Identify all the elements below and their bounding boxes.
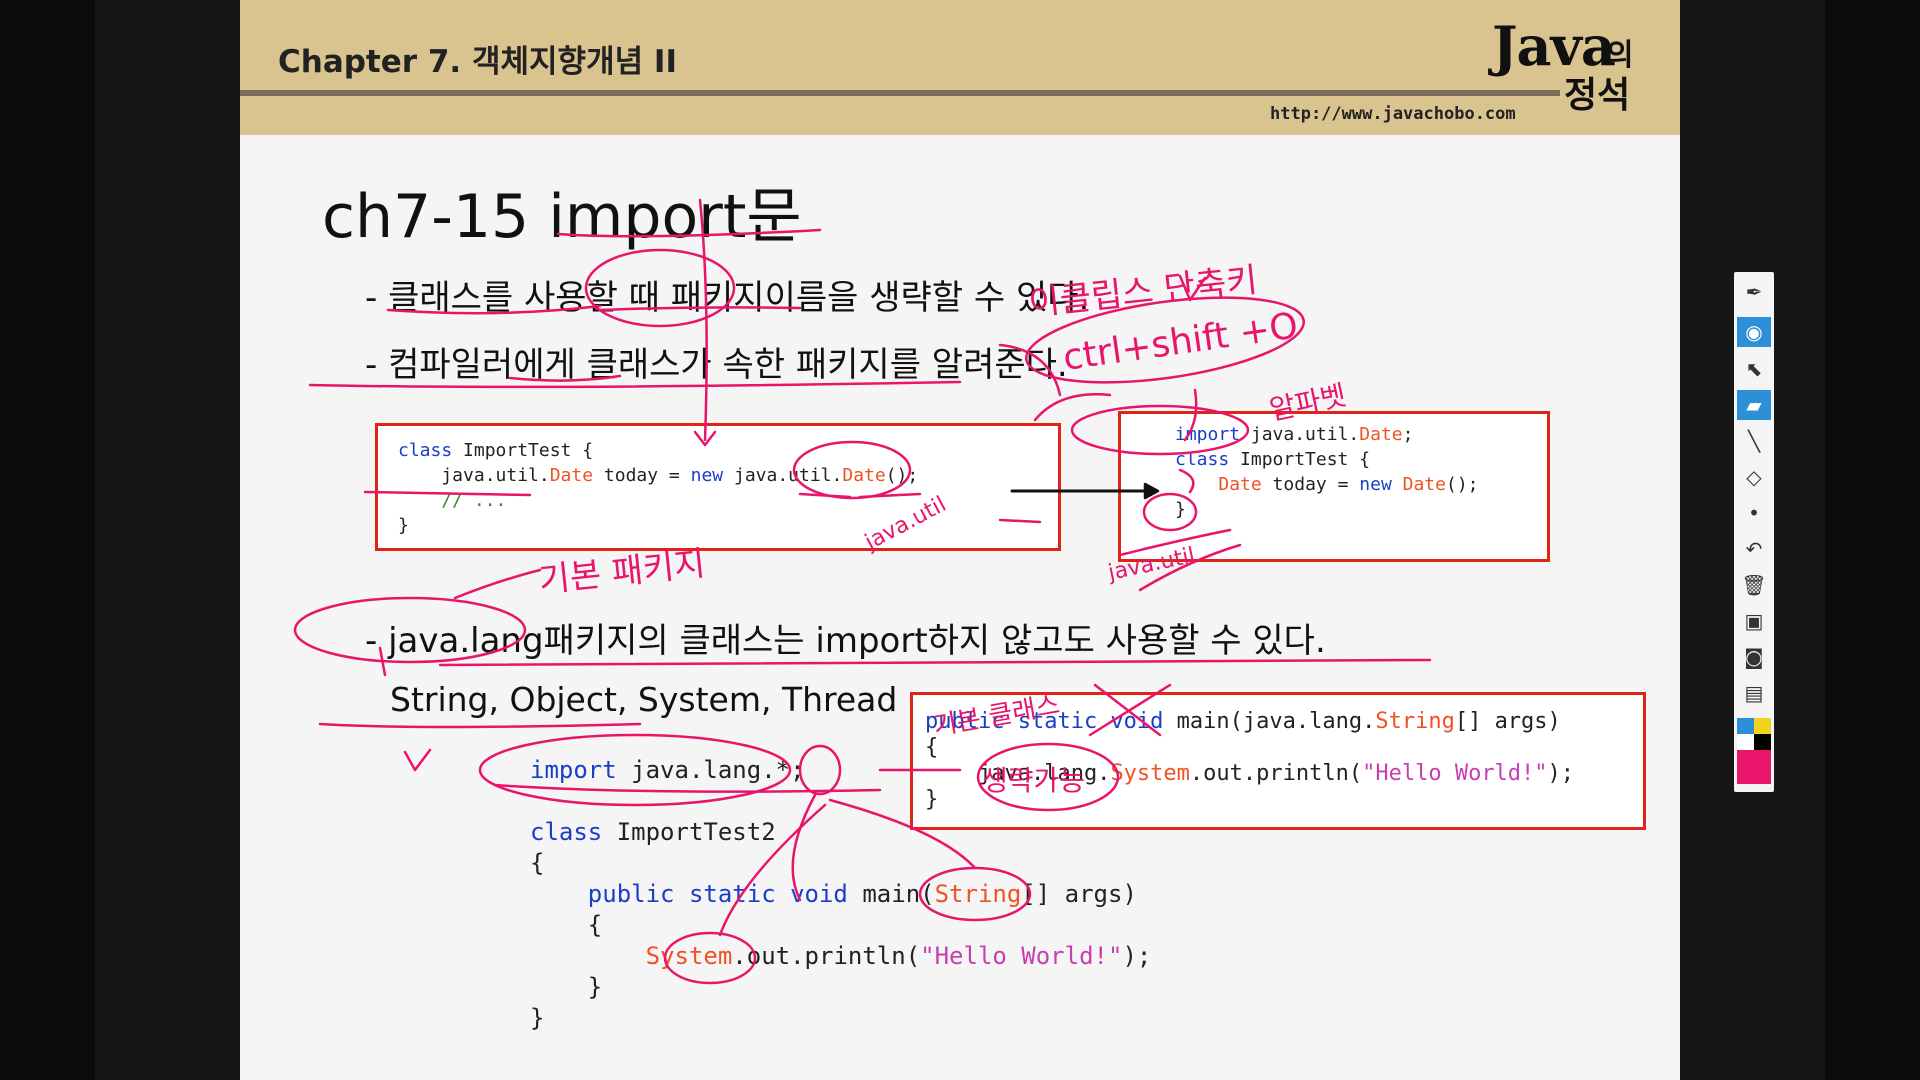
code-text: .out.println( xyxy=(1189,761,1363,786)
color-swatch-black[interactable] xyxy=(1754,734,1771,750)
code-type: Date xyxy=(1402,474,1446,495)
code-text: today = xyxy=(593,465,691,486)
eraser-icon[interactable]: ◇ xyxy=(1737,462,1771,492)
bullet-omit-package: - 클래스를 사용할 때 패키지이름을 생략할 수 있다. xyxy=(365,278,1090,318)
code-text: { xyxy=(530,849,545,877)
code-type: System xyxy=(645,942,733,970)
code-import-java-lang: import java.lang.*; class ImportTest2 { … xyxy=(530,755,1151,1034)
dot-icon[interactable]: • xyxy=(1737,498,1771,528)
code-keyword: class xyxy=(1175,449,1230,470)
left-margin xyxy=(95,0,240,1080)
ink-arrow xyxy=(1033,393,1112,422)
code-text: } xyxy=(530,973,603,1001)
code-type: String xyxy=(1375,709,1455,734)
code-keyword: new xyxy=(690,465,724,486)
code-text: } xyxy=(530,1004,545,1032)
code-text: today = xyxy=(1261,474,1360,495)
java-lang-examples: String, Object, System, Thread ... xyxy=(390,680,940,719)
slide-header: Chapter 7. 객체지향개념 II http://www.javachob… xyxy=(240,0,1680,135)
code-text: java.lang.*; xyxy=(616,756,805,784)
annotation-toolbar: ✒ ◉ ⬉ ▰ ╲ ◇ • ↶ 🗑 ▣ ◙ ▤ xyxy=(1734,272,1774,792)
color-swatch-pink[interactable] xyxy=(1737,750,1771,784)
code-keyword: public static void xyxy=(587,880,848,908)
lecture-slide: Chapter 7. 객체지향개념 II http://www.javachob… xyxy=(240,0,1680,1080)
color-swatch-yellow[interactable] xyxy=(1754,718,1771,734)
ink-shortcut-label: ctrl+shift +O xyxy=(1061,305,1301,379)
code-full-name: class ImportTest { java.util.Date today … xyxy=(378,426,1058,538)
site-url: http://www.javachobo.com xyxy=(1270,104,1516,124)
code-text: ); xyxy=(1122,942,1152,970)
code-text: java.util. xyxy=(398,465,550,486)
ink-basic-package-label: 기본 패키지 xyxy=(537,544,707,601)
eye-icon[interactable]: ◉ xyxy=(1737,317,1771,347)
pointer-icon[interactable]: ⬉ xyxy=(1737,354,1771,384)
bullet-tell-compiler: - 컴파일러에게 클래스가 속한 패키지를 알려준다. xyxy=(365,345,1068,385)
left-letterbox xyxy=(0,0,95,1080)
code-type: Date xyxy=(549,465,594,486)
color-swatch-white[interactable] xyxy=(1737,734,1754,750)
book-logo: Java 의 정석 xyxy=(1492,14,1672,116)
code-string: "Hello World!" xyxy=(920,942,1123,970)
ink-check xyxy=(1178,274,1207,302)
bullet-java-lang: - java.lang패키지의 클래스는 import하지 않고도 사용할 수 … xyxy=(365,621,1326,661)
code-import: import java.util.Date; class ImportTest … xyxy=(1121,414,1547,522)
highlighter-icon[interactable]: ▰ xyxy=(1737,390,1771,420)
code-type: Date xyxy=(1218,474,1262,495)
code-text: .out.println( xyxy=(732,942,921,970)
line-icon[interactable]: ╲ xyxy=(1737,426,1771,456)
ink-underline xyxy=(318,722,642,729)
trash-icon[interactable]: 🗑 xyxy=(1737,570,1771,600)
code-text: ; xyxy=(1402,424,1414,445)
code-text: main(java.lang. xyxy=(1163,709,1376,734)
code-text: ImportTest { xyxy=(1229,449,1371,470)
undo-icon[interactable]: ↶ xyxy=(1737,534,1771,564)
code-keyword: import xyxy=(530,756,617,784)
code-text: ImportTest { xyxy=(452,440,594,461)
code-box-import: import java.util.Date; class ImportTest … xyxy=(1118,411,1550,562)
code-type: String xyxy=(934,880,1022,908)
code-box-full-name: class ImportTest { java.util.Date today … xyxy=(375,423,1061,551)
color-swatch-blue[interactable] xyxy=(1737,718,1754,734)
code-text: ImportTest2 xyxy=(602,818,776,846)
code-text: java.util. xyxy=(1240,424,1360,445)
ink-arrow xyxy=(453,568,542,600)
code-text: main( xyxy=(847,880,935,908)
logo-jeongseok-text: 정석 xyxy=(1564,75,1631,116)
code-text: [] args) xyxy=(1454,709,1561,734)
code-keyword: class xyxy=(398,440,453,461)
pen-icon[interactable]: ✒ xyxy=(1737,277,1771,307)
code-text: [] args) xyxy=(1021,880,1137,908)
right-letterbox xyxy=(1825,0,1920,1080)
code-type: Date xyxy=(842,465,886,486)
code-keyword: public static void xyxy=(925,709,1164,734)
code-text: ); xyxy=(1547,761,1575,786)
code-text: (); xyxy=(885,465,919,486)
code-comment: // ... xyxy=(398,490,507,511)
code-text: (); xyxy=(1445,474,1479,495)
code-text: { xyxy=(530,911,603,939)
camera-icon[interactable]: ◙ xyxy=(1737,642,1771,672)
header-rule xyxy=(240,90,1560,96)
screen-icon[interactable]: ▣ xyxy=(1737,606,1771,636)
slide-title: ch7-15 import문 xyxy=(322,182,802,252)
code-string: "Hello World!" xyxy=(1362,761,1548,786)
chapter-title: Chapter 7. 객체지향개념 II xyxy=(278,44,677,80)
ink-check xyxy=(403,748,432,772)
code-text: } xyxy=(398,515,409,536)
code-text: } xyxy=(1175,499,1186,520)
clipboard-icon[interactable]: ▤ xyxy=(1737,678,1771,708)
code-keyword: import xyxy=(1175,424,1241,445)
code-keyword: class xyxy=(530,818,603,846)
code-keyword: new xyxy=(1359,474,1392,495)
code-type: Date xyxy=(1359,424,1403,445)
code-text: java.util. xyxy=(723,465,843,486)
